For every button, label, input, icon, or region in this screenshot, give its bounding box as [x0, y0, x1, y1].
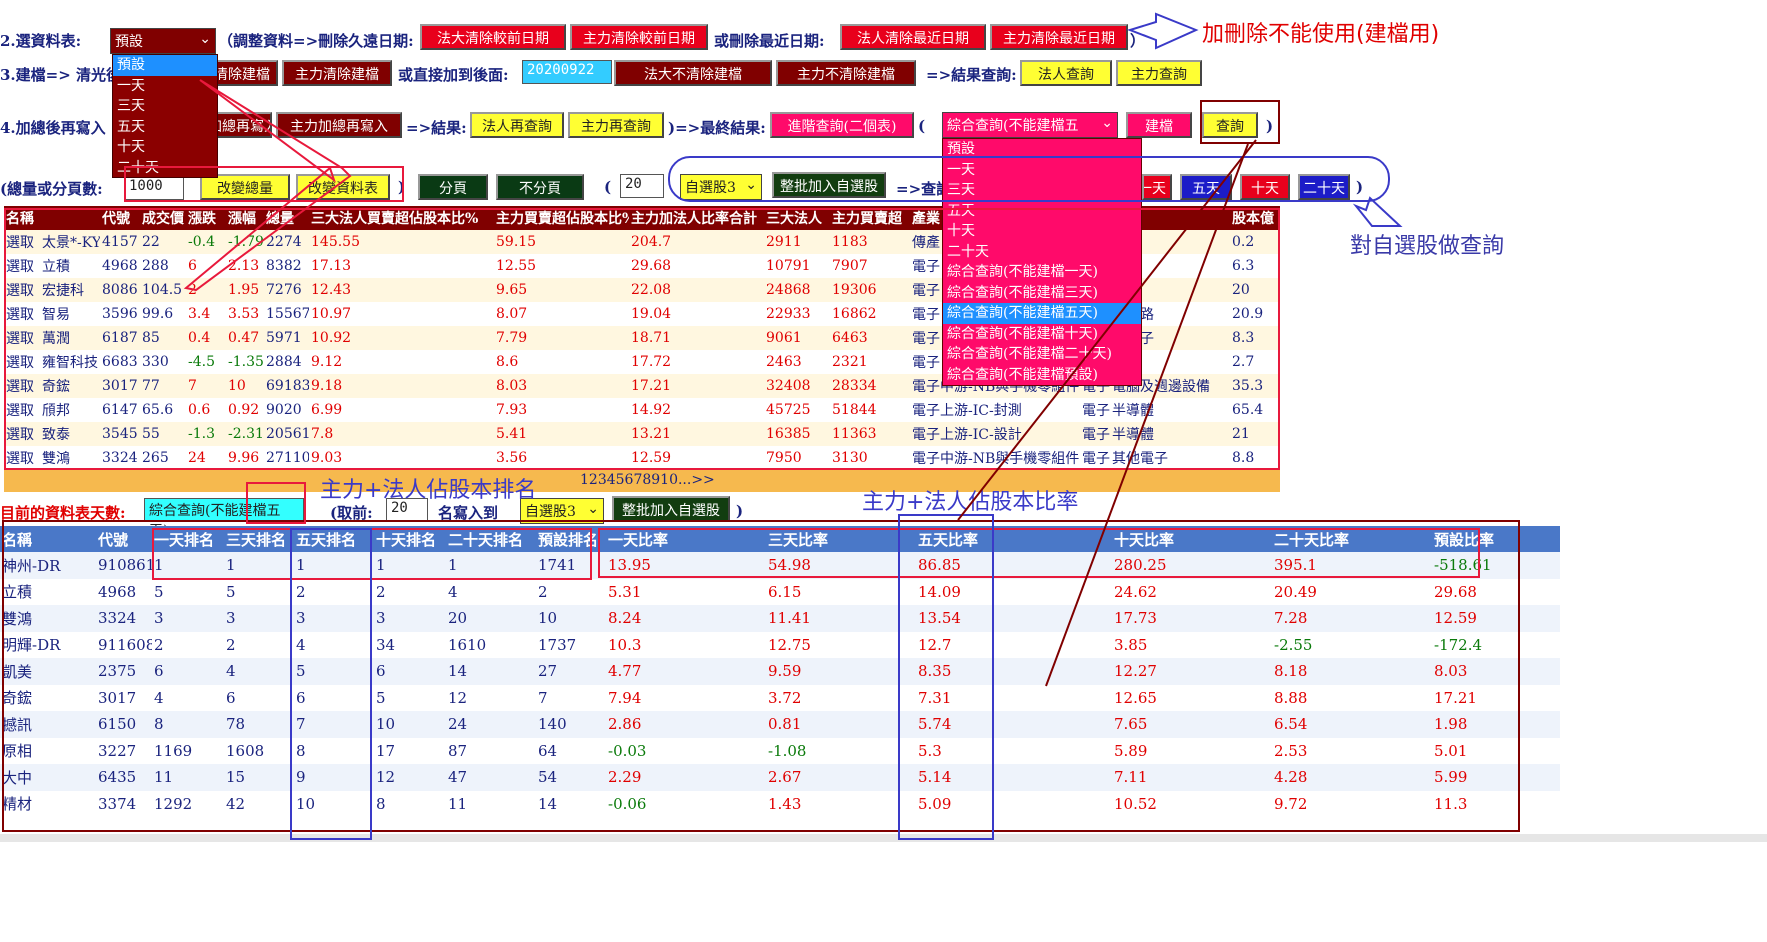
- arrow-left-icon: [1126, 12, 1199, 50]
- annotation-arrows: [183, 12, 1403, 687]
- query-link-line-2: [957, 139, 1257, 521]
- query-link-line: [1045, 143, 1249, 687]
- arrow-up-icon: [1352, 196, 1403, 227]
- zigzag-arrow-icon: [183, 79, 352, 292]
